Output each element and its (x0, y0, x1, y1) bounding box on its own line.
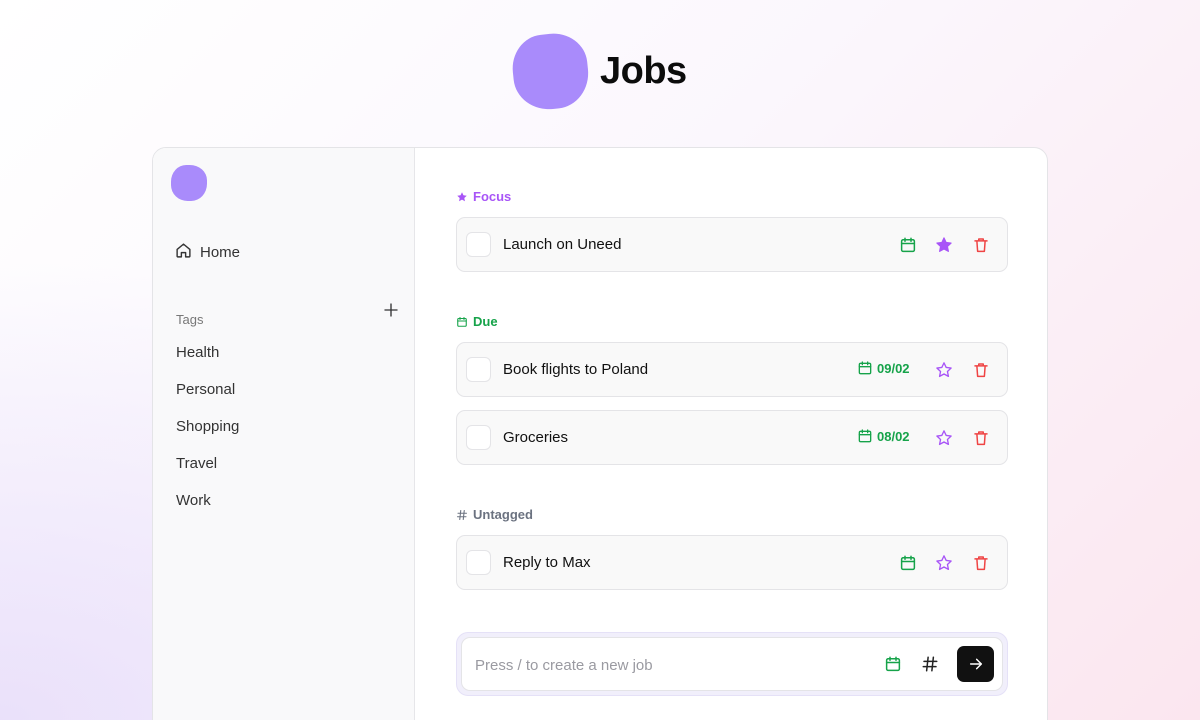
sidebar-logo (171, 165, 207, 201)
new-job-input[interactable] (475, 654, 865, 676)
star-filled-icon (457, 191, 467, 201)
tags-heading: Tags (176, 312, 204, 327)
delete-button[interactable] (972, 236, 990, 254)
calendar-icon (900, 237, 916, 253)
section-heading-due: Due (456, 314, 498, 329)
due-date-label: 08/02 (877, 428, 910, 444)
add-tag-button[interactable] (382, 301, 400, 319)
star-button[interactable] (935, 429, 953, 447)
main-content: Focus Launch on Uneed Due Book flights t… (415, 148, 1047, 720)
task-checkbox[interactable] (466, 550, 491, 575)
delete-button[interactable] (972, 361, 990, 379)
task-title: Launch on Uneed (503, 236, 622, 253)
new-job-composer (456, 632, 1008, 696)
star-outline-icon (936, 555, 952, 571)
trash-icon (974, 556, 988, 571)
composer-box (461, 637, 1003, 691)
section-label: Focus (473, 189, 512, 204)
tag-list: Health Personal Shopping Travel Work (176, 343, 239, 528)
star-filled-icon (936, 237, 952, 252)
star-button[interactable] (935, 361, 953, 379)
sidebar-item-tag[interactable]: Health (176, 343, 239, 380)
trash-icon (974, 363, 988, 378)
calendar-icon (858, 361, 872, 375)
sidebar-item-tag[interactable]: Personal (176, 380, 239, 417)
due-date-label: 09/02 (877, 360, 910, 376)
calendar-icon (457, 316, 467, 327)
section-label: Untagged (473, 507, 533, 522)
composer-tag-button[interactable] (921, 655, 939, 673)
plus-icon (384, 303, 398, 317)
star-button[interactable] (935, 554, 953, 572)
trash-icon (974, 238, 988, 253)
task-card[interactable]: Launch on Uneed (456, 217, 1008, 272)
task-checkbox[interactable] (466, 232, 491, 257)
sidebar-item-tag[interactable]: Shopping (176, 417, 239, 454)
app-header: Jobs (509, 30, 687, 113)
due-date-button[interactable]: 09/02 (857, 360, 910, 376)
section-label: Due (473, 314, 498, 329)
trash-icon (974, 431, 988, 446)
delete-button[interactable] (972, 554, 990, 572)
set-due-date-button[interactable] (899, 236, 917, 254)
app-logo (509, 30, 592, 113)
task-card[interactable]: Reply to Max (456, 535, 1008, 590)
task-card[interactable]: Groceries 08/02 (456, 410, 1008, 465)
task-title: Reply to Max (503, 554, 591, 571)
calendar-icon (885, 656, 901, 672)
home-icon (175, 242, 192, 263)
sidebar-item-home[interactable]: Home (175, 242, 240, 263)
hash-icon (456, 509, 468, 520)
composer-date-button[interactable] (884, 655, 902, 673)
sidebar-item-home-label: Home (200, 244, 241, 261)
section-heading-untagged: Untagged (456, 507, 533, 522)
set-due-date-button[interactable] (899, 554, 917, 572)
app-window: Home Tags Health Personal Shopping Trave… (152, 147, 1048, 720)
sidebar: Home Tags Health Personal Shopping Trave… (153, 148, 415, 720)
section-heading-focus: Focus (456, 189, 511, 204)
task-checkbox[interactable] (466, 357, 491, 382)
task-title: Groceries (503, 429, 569, 446)
star-outline-icon (936, 362, 952, 378)
task-checkbox[interactable] (466, 425, 491, 450)
arrow-right-icon (969, 658, 982, 670)
hash-icon (922, 656, 938, 672)
submit-job-button[interactable] (957, 646, 994, 682)
calendar-icon (858, 429, 872, 443)
calendar-icon (900, 555, 916, 571)
star-button[interactable] (935, 236, 953, 254)
task-title: Book flights to Poland (503, 361, 649, 378)
star-outline-icon (936, 430, 952, 446)
delete-button[interactable] (972, 429, 990, 447)
due-date-button[interactable]: 08/02 (857, 428, 910, 444)
sidebar-item-tag[interactable]: Work (176, 491, 239, 528)
task-card[interactable]: Book flights to Poland 09/02 (456, 342, 1008, 397)
sidebar-item-tag[interactable]: Travel (176, 454, 239, 491)
app-title: Jobs (600, 50, 687, 92)
